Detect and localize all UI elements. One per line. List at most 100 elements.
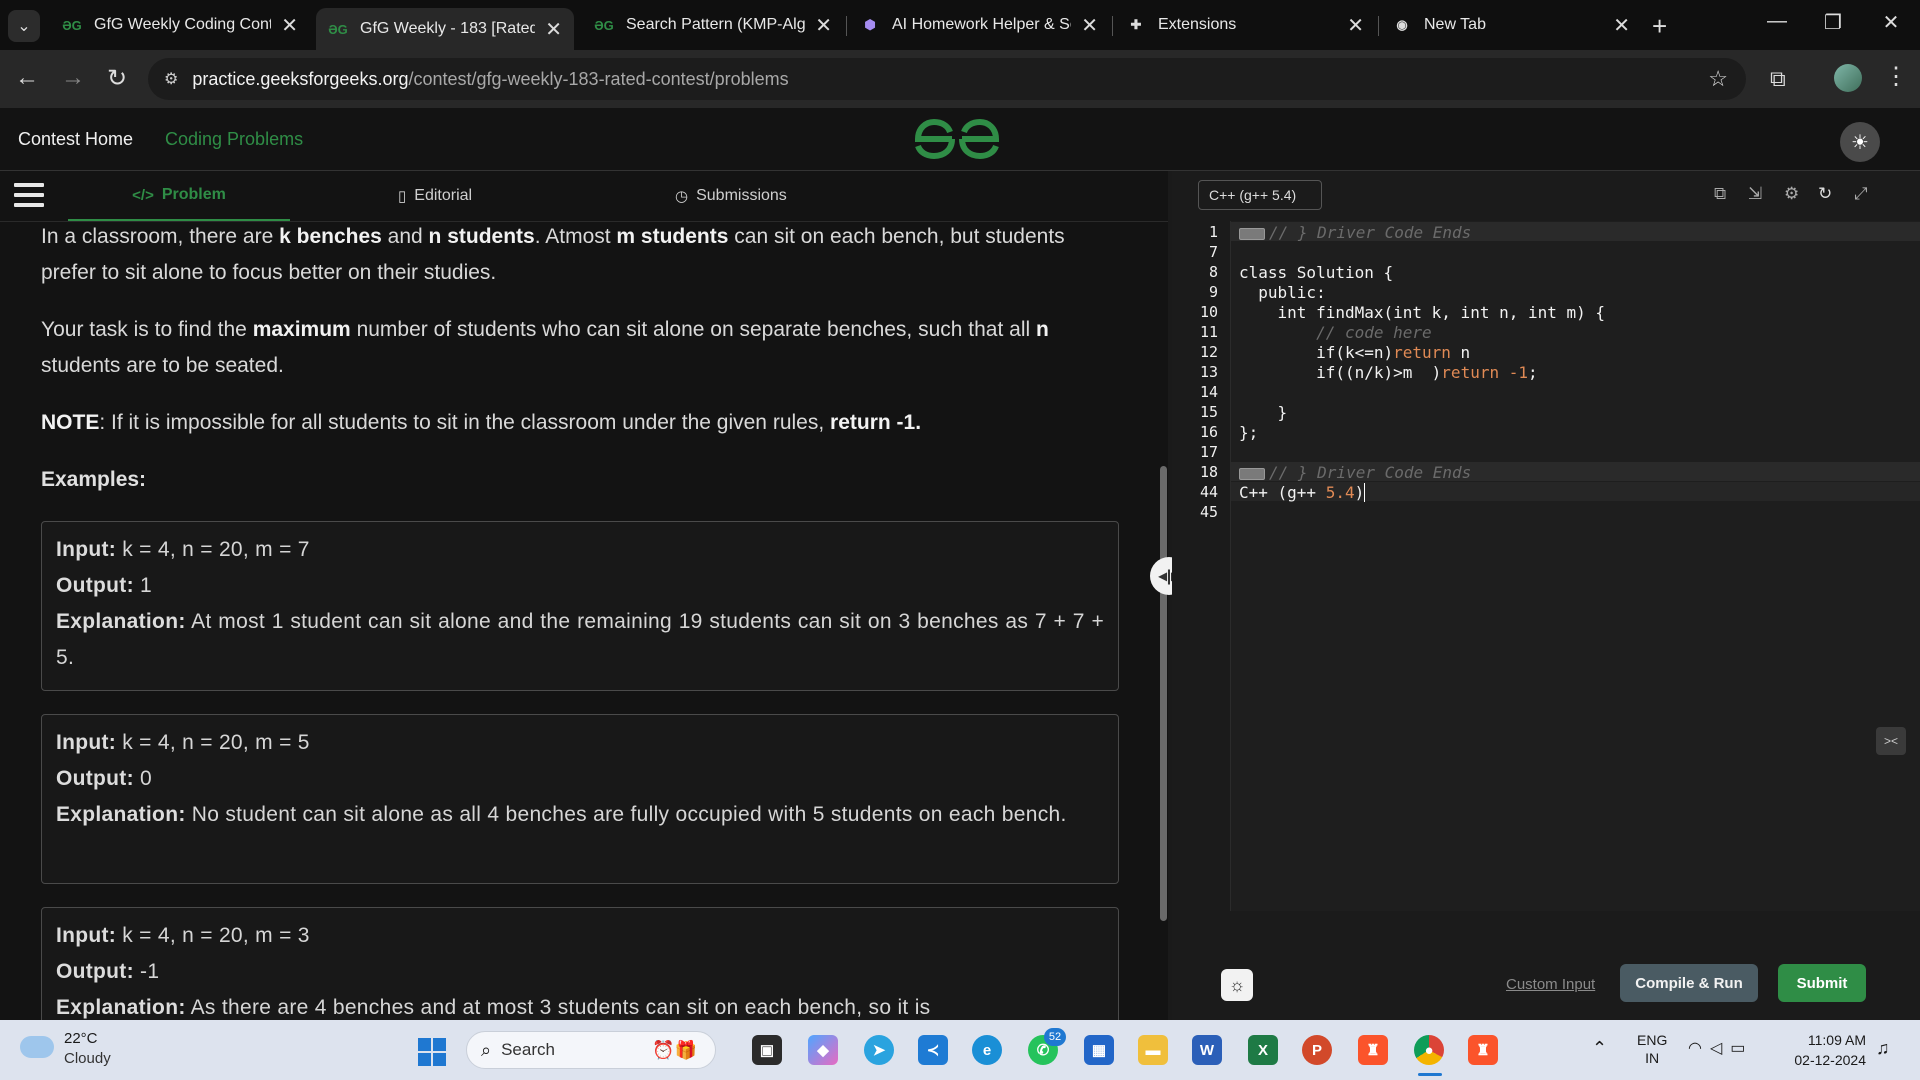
tray-chevron-up-icon[interactable]: ⌃ xyxy=(1592,1038,1607,1059)
close-icon[interactable]: ✕ xyxy=(281,13,298,38)
lightbulb-icon[interactable]: ☼ xyxy=(1221,969,1253,1001)
file-explorer-icon[interactable]: ▬ xyxy=(1138,1035,1168,1065)
restore-icon[interactable]: ❐ xyxy=(1818,10,1848,35)
window-close-icon[interactable]: ✕ xyxy=(1876,10,1906,35)
windows-start-icon[interactable] xyxy=(418,1038,446,1066)
code-line: class Solution { xyxy=(1239,263,1394,282)
copy-icon[interactable]: ⧉ xyxy=(1714,184,1726,204)
line-number: 7 xyxy=(1208,243,1218,261)
code-line: } xyxy=(1239,403,1288,422)
puzzle-icon: ✚ xyxy=(1130,17,1142,32)
tab-editorial[interactable]: ▯ Editorial xyxy=(398,171,472,221)
windows-taskbar: 22°C Cloudy ⌕ Search ⏰🎁 ▣ ◆ ➤ ≺ e ✆ 52 ▦… xyxy=(0,1020,1920,1080)
taskbar-search[interactable]: ⌕ Search ⏰🎁 xyxy=(466,1031,716,1069)
url-bar[interactable]: ⚙ practice.geeksforgeeks.org/contest/gfg… xyxy=(148,58,1746,100)
example-box: Input: k = 4, n = 20, m = 7 Output: 1 Ex… xyxy=(41,521,1119,691)
expand-console-icon[interactable]: >< xyxy=(1876,727,1906,755)
taskbar-search-label: Search xyxy=(501,1040,555,1059)
search-icon: ⌕ xyxy=(481,1039,492,1060)
browser-tab-3[interactable]: ƏG Search Pattern (KMP-Algor ✕ xyxy=(582,8,844,42)
custom-input-link[interactable]: Custom Input xyxy=(1506,976,1595,993)
import-icon[interactable]: ⇲ xyxy=(1748,184,1762,204)
fold-marker-icon[interactable] xyxy=(1239,467,1265,480)
coding-problems-link[interactable]: Coding Problems xyxy=(165,129,303,150)
clock-icon: ◷ xyxy=(675,188,689,205)
tab-search-chevron-icon[interactable]: ⌄ xyxy=(8,10,40,42)
browser-tab-4[interactable]: ⬢ AI Homework Helper & So ✕ xyxy=(848,8,1110,42)
copilot-icon[interactable]: ◆ xyxy=(808,1035,838,1065)
excel-icon[interactable]: X xyxy=(1248,1035,1278,1065)
browser-tab-2[interactable]: ƏG GfG Weekly - 183 [Rated C ✕ xyxy=(316,8,574,50)
line-number: 1 xyxy=(1208,223,1218,241)
browser-tab-bar: ⌄ ƏG GfG Weekly Coding Contes ✕ ƏG GfG W… xyxy=(0,0,1920,50)
new-tab-icon[interactable]: + xyxy=(1652,11,1667,42)
gfg-logo[interactable] xyxy=(912,116,1002,162)
code-line: int findMax(int k, int n, int m) { xyxy=(1239,303,1606,322)
task-view-icon[interactable]: ▣ xyxy=(752,1035,782,1065)
line-number: 15 xyxy=(1199,403,1218,421)
examples-heading: Examples: xyxy=(41,468,147,491)
code-line: public: xyxy=(1239,283,1326,302)
system-tray-icons[interactable]: ◠◁▭ xyxy=(1688,1038,1753,1058)
line-number: 16 xyxy=(1199,423,1218,441)
word-icon[interactable]: W xyxy=(1192,1035,1222,1065)
close-icon[interactable]: ✕ xyxy=(1081,13,1098,38)
settings-gear-icon[interactable]: ⚙ xyxy=(1784,184,1799,204)
cloud-icon[interactable] xyxy=(20,1036,54,1058)
theme-toggle-sun-icon[interactable]: ☀ xyxy=(1840,122,1880,162)
tab-submissions[interactable]: ◷ Submissions xyxy=(675,171,787,221)
line-number: 44 xyxy=(1199,483,1218,501)
system-clock[interactable]: 11:09 AM 02-12-2024 xyxy=(1786,1030,1866,1070)
browser-menu-icon[interactable]: ⋮ xyxy=(1884,62,1908,91)
browser-tab-5[interactable]: ✚ Extensions ✕ xyxy=(1114,8,1376,42)
brave-icon[interactable]: ♜ xyxy=(1468,1035,1498,1065)
browser-tab-6[interactable]: ◉ New Tab ✕ xyxy=(1380,8,1642,42)
brave-icon[interactable]: ♜ xyxy=(1358,1035,1388,1065)
compile-run-button[interactable]: Compile & Run xyxy=(1620,964,1758,1002)
tab-title: New Tab xyxy=(1424,16,1486,33)
store-icon[interactable]: ▦ xyxy=(1084,1035,1114,1065)
browser-tab-1[interactable]: ƏG GfG Weekly Coding Contes ✕ xyxy=(50,8,310,42)
code-editor-panel: C++ (g++ 5.4) ⧉ ⇲ ⚙ ↻ ⤢ 1 7 8 9 10 11 12… xyxy=(1172,171,1920,1020)
tab-title: Search Pattern (KMP-Algor xyxy=(626,16,806,33)
fold-marker-icon[interactable] xyxy=(1239,227,1265,240)
weather-description[interactable]: Cloudy xyxy=(64,1050,111,1067)
close-icon[interactable]: ✕ xyxy=(1347,13,1364,38)
notification-bell-icon[interactable]: ♫ xyxy=(1876,1038,1890,1059)
back-icon[interactable]: ← xyxy=(12,64,42,92)
powerpoint-icon[interactable]: P xyxy=(1302,1035,1332,1065)
vscode-icon[interactable]: ≺ xyxy=(918,1035,948,1065)
site-info-icon[interactable]: ⚙ xyxy=(164,69,178,89)
search-highlight-icon: ⏰🎁 xyxy=(652,1039,697,1060)
telegram-icon[interactable]: ➤ xyxy=(864,1035,894,1065)
edge-icon[interactable]: e xyxy=(972,1035,1002,1065)
hamburger-menu-icon[interactable] xyxy=(14,183,44,213)
chrome-icon[interactable]: ● xyxy=(1414,1035,1444,1065)
contest-home-link[interactable]: Contest Home xyxy=(18,129,133,150)
language-select[interactable]: C++ (g++ 5.4) xyxy=(1198,180,1322,210)
site-header: Contest Home Coding Problems ☀ xyxy=(0,108,1920,171)
reload-icon[interactable]: ↻ xyxy=(102,64,132,93)
note-paragraph: NOTE: If it is impossible for all studen… xyxy=(41,411,922,434)
tab-separator xyxy=(1378,16,1379,36)
reset-icon[interactable]: ↻ xyxy=(1818,184,1832,204)
weather-temperature[interactable]: 22°C xyxy=(64,1030,98,1047)
forward-icon[interactable]: → xyxy=(58,64,88,92)
extensions-icon[interactable]: ⧉ xyxy=(1770,66,1786,92)
close-icon[interactable]: ✕ xyxy=(1613,13,1630,38)
line-number: 13 xyxy=(1199,363,1218,381)
tab-problem[interactable]: </> Problem xyxy=(68,171,290,221)
input-language[interactable]: ENG IN xyxy=(1637,1031,1667,1067)
example-explanation: No student can sit alone as all 4 benche… xyxy=(191,803,1067,826)
profile-avatar[interactable] xyxy=(1834,64,1862,92)
bookmark-star-icon[interactable]: ☆ xyxy=(1708,66,1728,92)
submit-button[interactable]: Submit xyxy=(1778,964,1866,1002)
fullscreen-icon[interactable]: ⤢ xyxy=(1854,184,1868,204)
problem-scrollbar[interactable] xyxy=(1160,466,1167,921)
minimize-icon[interactable]: — xyxy=(1762,10,1792,33)
close-icon[interactable]: ✕ xyxy=(815,13,832,38)
active-app-indicator xyxy=(1418,1073,1442,1076)
url-host: practice.geeksforgeeks.org xyxy=(192,68,409,89)
close-icon[interactable]: ✕ xyxy=(545,17,562,42)
code-area[interactable]: // } Driver Code Ends class Solution { p… xyxy=(1230,221,1920,911)
